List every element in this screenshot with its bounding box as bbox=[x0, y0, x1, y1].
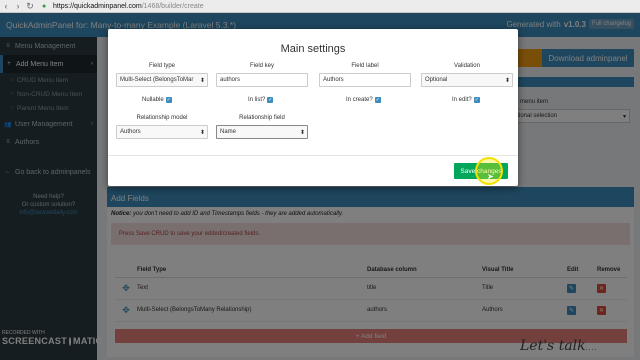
url-path: /1468/builder/create bbox=[141, 2, 204, 10]
field-label-group: Field label Authors bbox=[319, 63, 411, 87]
relationship-model-label: Relationship model bbox=[136, 115, 188, 121]
in-edit-label: In edit? bbox=[452, 97, 472, 103]
signature-watermark: Let's talk.... bbox=[520, 338, 597, 354]
lock-icon: ● bbox=[42, 2, 47, 10]
nullable-label: Nullable bbox=[142, 97, 164, 103]
field-key-group: Field key authors bbox=[216, 63, 308, 87]
mouse-cursor-icon: ➤ bbox=[487, 172, 494, 181]
chevron-down-icon: ⬍ bbox=[198, 128, 205, 136]
url-host: https://quickadminpanel.com bbox=[53, 2, 142, 10]
in-edit-checkbox-row[interactable]: In edit? ✓ bbox=[452, 97, 480, 103]
reload-icon[interactable]: ↻ bbox=[24, 0, 36, 12]
modal-divider bbox=[108, 155, 518, 156]
field-label-value: Authors bbox=[323, 77, 344, 83]
in-create-label: In create? bbox=[346, 97, 373, 103]
relationship-field-select[interactable]: Name ⬍ bbox=[216, 125, 308, 139]
field-type-label: Field type bbox=[148, 63, 175, 69]
modal-title: Main settings bbox=[280, 43, 346, 55]
chevron-down-icon: ⬍ bbox=[198, 76, 205, 84]
chevron-down-icon: ⬍ bbox=[503, 76, 510, 84]
relationship-model-select[interactable]: Authors ⬍ bbox=[116, 125, 208, 139]
field-type-select[interactable]: Multi-Select (BelongsToMar ⬍ bbox=[116, 73, 208, 87]
field-type-group: Field type Multi-Select (BelongsToMar ⬍ bbox=[116, 63, 208, 87]
relationship-field-group: Relationship field Name ⬍ bbox=[216, 115, 308, 139]
validation-group: Validation Optional ⬍ bbox=[421, 63, 513, 87]
field-key-label: Field key bbox=[249, 63, 274, 69]
forward-icon[interactable]: › bbox=[12, 0, 24, 12]
field-key-input[interactable]: authors bbox=[216, 73, 308, 87]
nullable-checkbox[interactable]: ✓ bbox=[165, 97, 172, 103]
in-list-checkbox-row[interactable]: In list? ✓ bbox=[248, 97, 274, 103]
signature-text: Let's talk bbox=[520, 338, 586, 354]
validation-value: Optional bbox=[425, 77, 448, 83]
relationship-field-label: Relationship field bbox=[239, 115, 285, 121]
in-edit-checkbox[interactable]: ✓ bbox=[473, 97, 480, 103]
address-bar[interactable]: https://quickadminpanel.com/1468/builder… bbox=[53, 3, 204, 10]
signature-dots: .... bbox=[585, 345, 598, 352]
nullable-checkbox-row[interactable]: Nullable ✓ bbox=[142, 97, 172, 103]
validation-select[interactable]: Optional ⬍ bbox=[421, 73, 513, 87]
relationship-model-value: Authors bbox=[120, 129, 141, 135]
field-type-value: Multi-Select (BelongsToMar bbox=[120, 77, 194, 83]
field-label-input[interactable]: Authors bbox=[319, 73, 411, 87]
validation-label: Validation bbox=[454, 63, 480, 69]
field-key-value: authors bbox=[220, 77, 241, 83]
chevron-down-icon: ⬍ bbox=[298, 128, 305, 136]
browser-toolbar: ‹ › ↻ ● https://quickadminpanel.com/1468… bbox=[0, 0, 640, 13]
in-create-checkbox[interactable]: ✓ bbox=[374, 97, 381, 103]
field-label-label: Field label bbox=[351, 63, 379, 69]
relationship-field-value: Name bbox=[220, 129, 237, 135]
in-list-checkbox[interactable]: ✓ bbox=[267, 97, 274, 103]
in-list-label: In list? bbox=[248, 97, 266, 103]
in-create-checkbox-row[interactable]: In create? ✓ bbox=[346, 97, 381, 103]
main-settings-modal: Main settings Field type Multi-Select (B… bbox=[108, 29, 518, 186]
relationship-model-group: Relationship model Authors ⬍ bbox=[116, 115, 208, 139]
back-icon[interactable]: ‹ bbox=[0, 0, 12, 12]
